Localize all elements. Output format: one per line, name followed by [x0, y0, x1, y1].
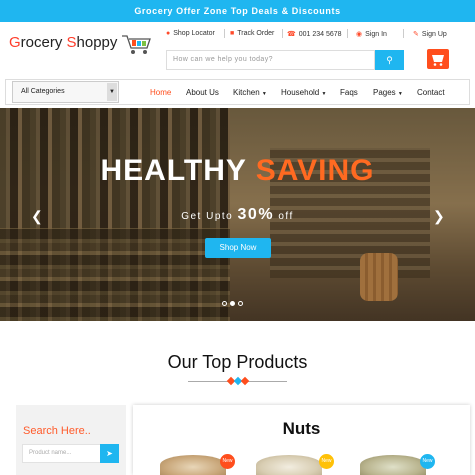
- logo-letter-g: G: [9, 34, 21, 51]
- product-search-button[interactable]: ➤: [100, 444, 119, 463]
- hero-sub-prefix: Get Upto: [181, 211, 238, 222]
- nav-household-label: Household: [281, 88, 320, 97]
- track-order-link[interactable]: ■ Track Order: [230, 30, 274, 37]
- logo-letter-s: S: [66, 34, 77, 51]
- chevron-down-icon: ▼: [107, 83, 117, 101]
- truck-icon: ■: [230, 30, 235, 37]
- divider: [243, 381, 287, 382]
- nav-faqs-label: Faqs: [340, 88, 358, 97]
- section-title: Our Top Products: [0, 352, 475, 373]
- new-badge: New: [220, 454, 235, 469]
- nav-kitchen-label: Kitchen: [233, 88, 260, 97]
- top-banner: Grocery Offer Zone Top Deals & Discounts: [0, 0, 475, 22]
- sign-up-label: Sign Up: [421, 30, 447, 38]
- new-badge-text: New: [422, 458, 433, 464]
- slider-dots: [222, 301, 243, 306]
- sidebar-search-box: [16, 405, 126, 475]
- search-icon: ⚲: [386, 55, 393, 65]
- sidebar-search-title-text: Search Here..: [23, 425, 91, 437]
- new-badge: New: [319, 454, 334, 469]
- diamond-icon: [240, 376, 250, 386]
- divider: [282, 29, 283, 38]
- divider: [224, 29, 225, 38]
- sign-in-label: Sign In: [365, 30, 387, 38]
- chevron-right-icon: ➤: [106, 449, 113, 458]
- product-search-input[interactable]: Product name...: [22, 444, 102, 463]
- nav-faqs[interactable]: Faqs: [340, 88, 358, 97]
- slider-dot[interactable]: [238, 301, 243, 306]
- nav-household[interactable]: Household ▼: [281, 88, 326, 97]
- caret-down-icon: ▼: [397, 91, 403, 97]
- slider-prev-icon[interactable]: ❮: [31, 208, 43, 225]
- nav-home-label: Home: [150, 88, 172, 97]
- slider-next-icon[interactable]: ❯: [433, 208, 445, 225]
- hero-title-main: HEALTHY: [100, 154, 256, 187]
- phone-number: 001 234 5678: [298, 30, 342, 38]
- map-marker-icon: ●: [166, 30, 171, 37]
- hero-title-accent: SAVING: [255, 154, 375, 187]
- divider: [403, 29, 404, 38]
- divider: [347, 29, 348, 38]
- category-select[interactable]: All Categories ▼: [12, 81, 119, 103]
- site-logo[interactable]: Grocery Shoppy: [9, 34, 117, 51]
- nav-contact[interactable]: Contact: [417, 88, 445, 97]
- divider: [188, 381, 232, 382]
- hero-subtitle: Get Upto 30% off: [0, 206, 475, 224]
- search-button[interactable]: ⚲: [375, 50, 404, 70]
- product-panel-title: Nuts: [133, 419, 470, 439]
- hero-sub-value: 30%: [237, 206, 275, 223]
- phone-link[interactable]: ☎ 001 234 5678: [287, 30, 342, 39]
- logo-cart-icon: [122, 35, 151, 54]
- nav-about-us[interactable]: About Us: [186, 88, 219, 97]
- search-input[interactable]: How can we help you today?: [166, 50, 375, 70]
- cart-icon: [432, 55, 444, 66]
- edit-icon: ✎: [413, 31, 419, 38]
- shop-now-label: Shop Now: [219, 243, 257, 252]
- product-panel-title-text: Nuts: [282, 419, 321, 438]
- nav-kitchen[interactable]: Kitchen ▼: [233, 88, 267, 97]
- user-icon: ◉: [356, 31, 363, 38]
- product-image[interactable]: [160, 455, 226, 475]
- product-image[interactable]: [256, 455, 322, 475]
- shop-now-button[interactable]: Shop Now: [205, 238, 271, 258]
- logo-word-rocery: rocery: [20, 34, 67, 51]
- nav-home[interactable]: Home: [150, 88, 171, 97]
- sign-up-link[interactable]: ✎ Sign Up: [413, 30, 447, 39]
- track-order-label: Track Order: [237, 30, 275, 37]
- caret-down-icon: ▼: [261, 91, 267, 97]
- nav-pages-label: Pages: [373, 88, 396, 97]
- nav-contact-label: Contact: [417, 88, 445, 97]
- sidebar-search-title: Search Here..: [23, 425, 91, 437]
- cart-button[interactable]: [427, 49, 449, 69]
- shop-locator-label: Shop Locator: [173, 30, 215, 37]
- nav-pages[interactable]: Pages ▼: [373, 88, 403, 97]
- hero-image-barrel: [360, 253, 398, 301]
- caret-down-icon: ▼: [321, 91, 327, 97]
- slider-dot-active[interactable]: [230, 301, 235, 306]
- new-badge: New: [420, 454, 435, 469]
- slider-dot[interactable]: [222, 301, 227, 306]
- top-banner-text: Grocery Offer Zone Top Deals & Discounts: [134, 6, 341, 16]
- sign-in-link[interactable]: ◉ Sign In: [356, 30, 387, 39]
- shop-locator-link[interactable]: ● Shop Locator: [166, 30, 215, 37]
- hero-title: HEALTHY SAVING: [0, 154, 475, 188]
- logo-word-hoppy: hoppy: [76, 34, 118, 51]
- nav-about-label: About Us: [186, 88, 219, 97]
- new-badge-text: New: [321, 458, 332, 464]
- new-badge-text: New: [222, 458, 233, 464]
- phone-icon: ☎: [287, 31, 296, 38]
- hero-sub-suffix: off: [274, 211, 294, 222]
- product-image[interactable]: [360, 455, 426, 475]
- section-title-text: Our Top Products: [167, 352, 308, 372]
- category-select-value: All Categories: [21, 88, 65, 95]
